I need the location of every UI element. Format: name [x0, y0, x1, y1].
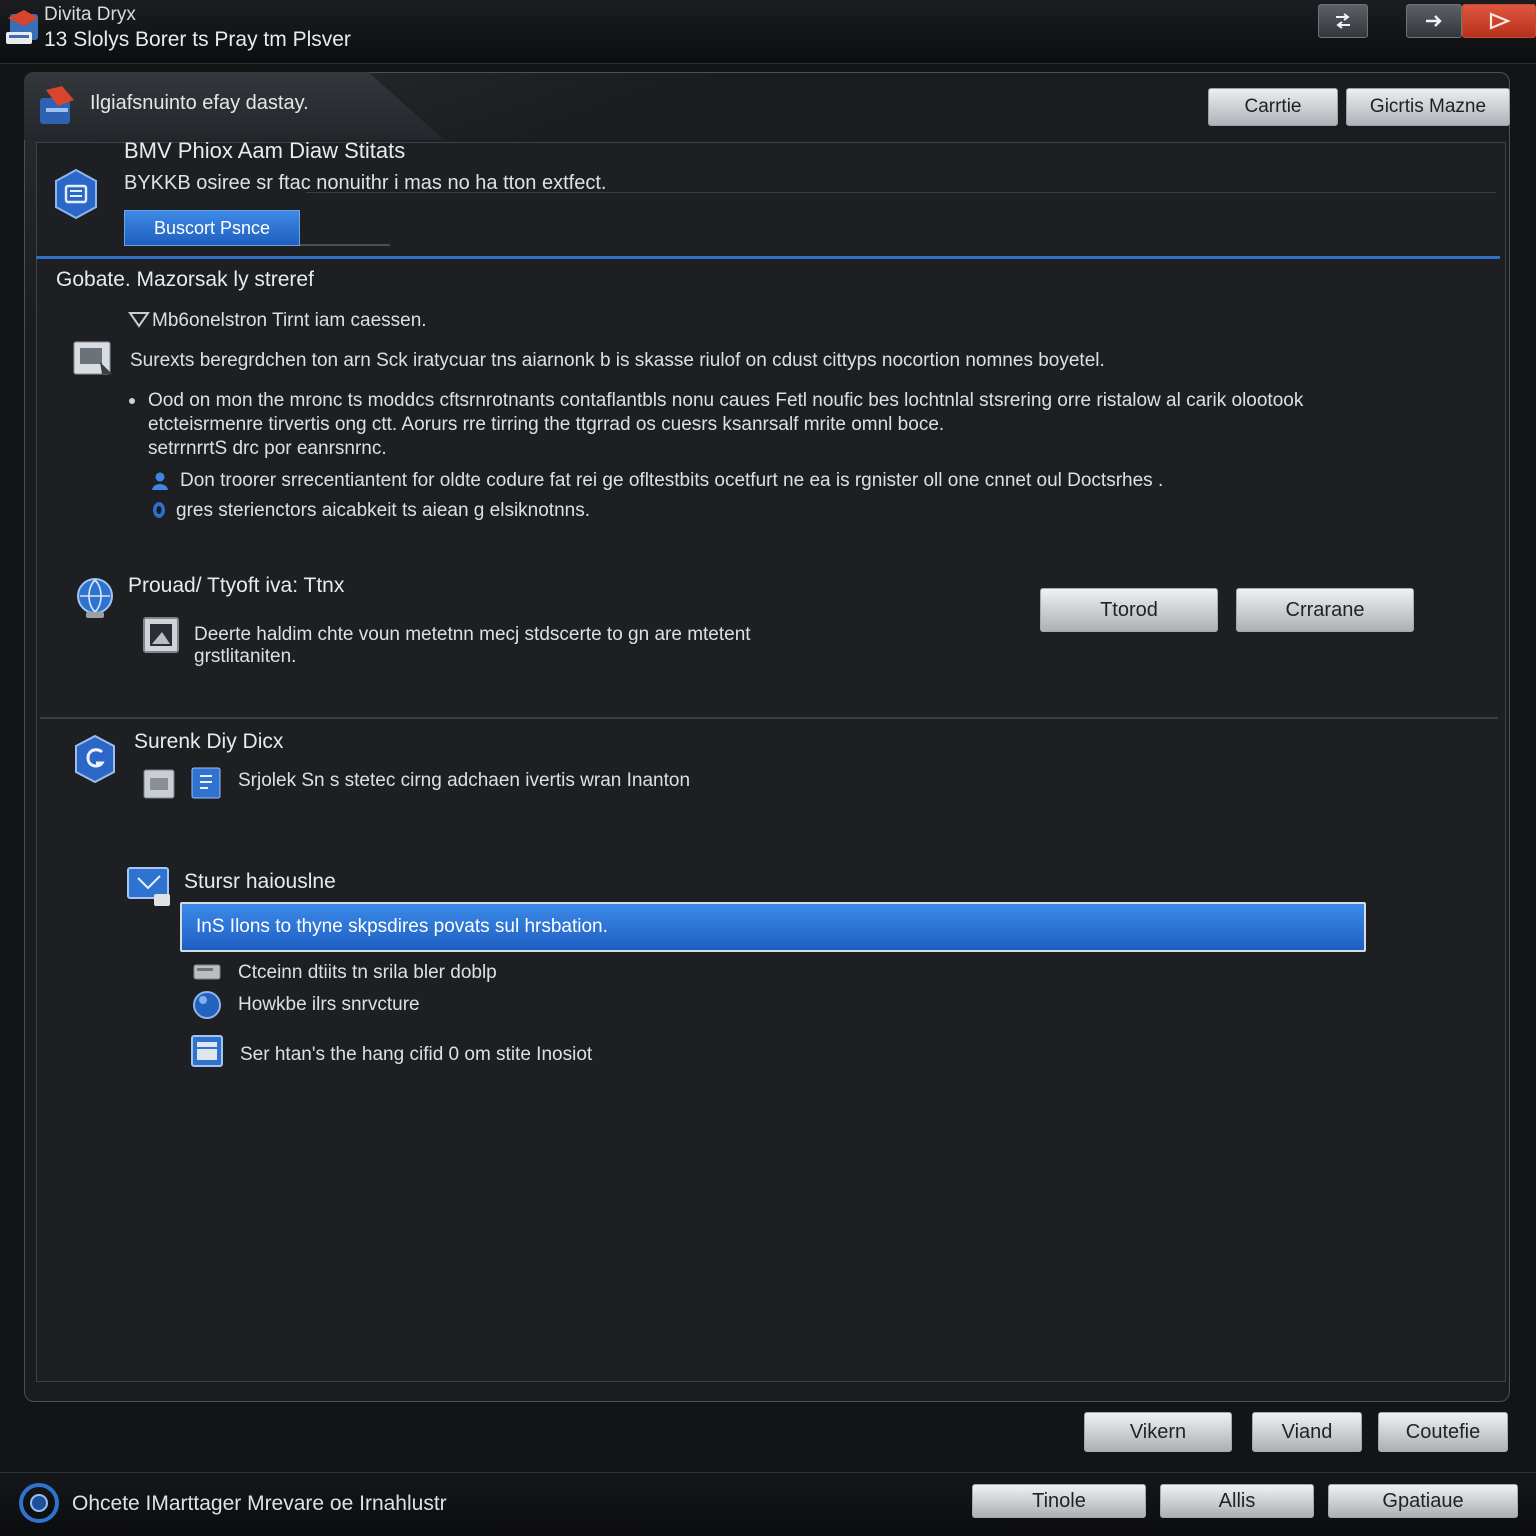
- section1-line3: etcteisrmenre tirvertis ong ctt. Aorurs …: [148, 414, 945, 435]
- section2-title: Prouad/ Ttyoft iva: Ttnx: [128, 574, 345, 597]
- section2-desc2: grstlitaniten.: [194, 646, 297, 667]
- radio-orb-icon[interactable]: [192, 990, 222, 1020]
- status-button-2[interactable]: Allis: [1160, 1484, 1314, 1518]
- restore-icon: [1336, 13, 1350, 29]
- header-rule: [306, 192, 1496, 193]
- user-icon: [152, 472, 168, 490]
- play-close-button[interactable]: [1462, 4, 1536, 38]
- section2-desc1: Deerte haldim chte voun metetnn mecj std…: [194, 624, 751, 645]
- window-title: 13 Slolys Borer ts Pray tm Plsver: [44, 28, 351, 51]
- monitor-icon: [127, 867, 170, 906]
- shield-hex-icon-2: [75, 734, 115, 784]
- forward-arrow-icon: [1426, 15, 1442, 27]
- browse-underline: [300, 244, 390, 246]
- section4-title: Stursr haiouslne: [184, 870, 336, 893]
- status-text: Ohcete IMarttager Mrevare oe Irnahlustr: [72, 1492, 447, 1515]
- section4-option3[interactable]: Ser htan's the hang cifid 0 om stite Ino…: [240, 1044, 592, 1066]
- section3-title: Surenk Diy Dicx: [134, 730, 284, 753]
- tab-label: Ilgiafsnuinto efay dastay.: [90, 92, 309, 114]
- header-title: BMV Phiox Aam Diaw Stitats: [124, 138, 406, 163]
- next-button[interactable]: [1406, 4, 1462, 38]
- top-button-2[interactable]: Gicrtis Mazne: [1346, 88, 1510, 126]
- selected-option-row[interactable]: InS Ilons to thyne skpsdires povats sul …: [180, 902, 1366, 952]
- settings-page-icon: [191, 767, 221, 799]
- play-icon: [1489, 12, 1511, 30]
- bullet-icon: [129, 398, 135, 404]
- info-drop-icon: [153, 502, 165, 518]
- document-icon: [73, 341, 112, 375]
- image-frame-icon: [143, 617, 179, 653]
- section1-line1: Surexts beregrdchen ton arn Sck iratycua…: [130, 350, 1105, 371]
- header-separator: [36, 256, 1500, 259]
- section3-item: Srjolek Sn s stetec cirng adchaen iverti…: [238, 770, 691, 791]
- app-name: Divita Dryx: [44, 4, 136, 25]
- shield-hex-icon: [55, 168, 97, 220]
- triangle-down-icon[interactable]: [128, 310, 150, 328]
- status-button-1[interactable]: Tinole: [972, 1484, 1146, 1518]
- section4-option1[interactable]: Ctceinn dtiits tn srila bler doblp: [238, 962, 497, 984]
- browse-button[interactable]: Buscort Psnce: [124, 210, 300, 246]
- status-button-3[interactable]: Gpatiaue: [1328, 1484, 1518, 1518]
- section1-title: Gobate. Mazorsak ly streref: [56, 268, 314, 291]
- folder-icon: [143, 769, 175, 799]
- section4-option2[interactable]: Howkbe ilrs snrvcture: [238, 994, 420, 1016]
- bottom-button-3[interactable]: Coutefie: [1378, 1412, 1508, 1452]
- top-button-1[interactable]: Carrtie: [1208, 88, 1338, 126]
- section1-line4: setrrnrrtS drc por eanrsnrnc.: [148, 438, 387, 459]
- section2-button-1[interactable]: Ttorod: [1040, 588, 1218, 632]
- installer-icon: [40, 86, 74, 124]
- section-divider: [40, 717, 1498, 719]
- status-orb-icon: [19, 1483, 59, 1523]
- restore-button[interactable]: [1318, 4, 1368, 38]
- section1-bullet1: Don troorer srrecentiantent for oldte co…: [180, 470, 1164, 491]
- network-globe-icon: [77, 578, 113, 618]
- app-logo-icon: [6, 10, 38, 44]
- bottom-button-1[interactable]: Vikern: [1084, 1412, 1232, 1452]
- section1-subheading: Mb6onelstron Tirnt iam caessen.: [152, 310, 427, 331]
- bottom-button-2[interactable]: Viand: [1252, 1412, 1362, 1452]
- section1-bullet2: gres sterienctors aicabkeit ts aiean g e…: [176, 500, 590, 521]
- section2-button-2[interactable]: Crrarane: [1236, 588, 1414, 632]
- section1-line2: Ood on mon the mronc ts moddcs cftsrnrot…: [148, 390, 1304, 411]
- drive-icon: [193, 964, 221, 980]
- calendar-icon: [191, 1035, 223, 1067]
